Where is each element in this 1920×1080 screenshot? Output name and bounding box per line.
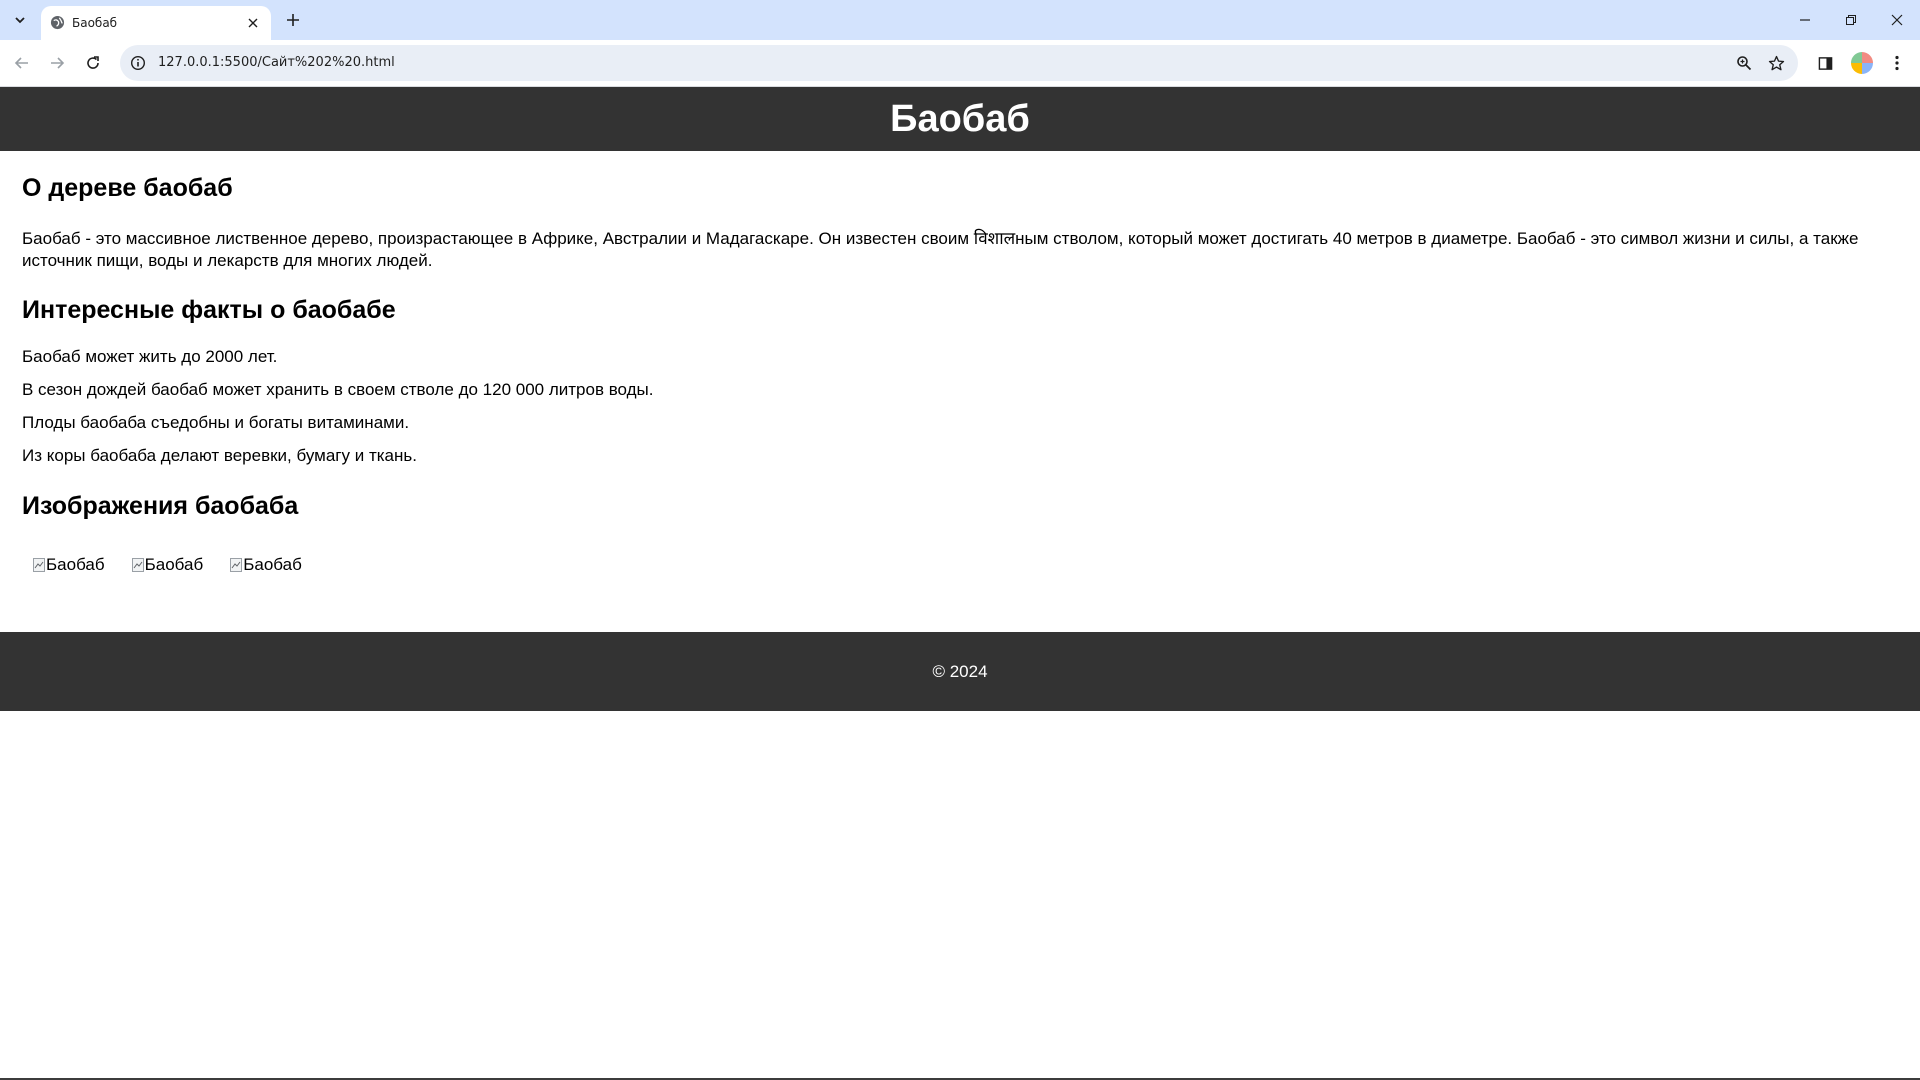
back-button[interactable] (8, 49, 36, 77)
tab-search-icon (15, 17, 25, 24)
site-header: Баобаб (0, 87, 1920, 151)
zoom-button[interactable] (1734, 53, 1754, 73)
image-alt-text: Баобаб (243, 555, 302, 574)
minimize-icon (1800, 19, 1810, 21)
about-heading: О дереве баобаб (22, 174, 233, 202)
tab-search-button[interactable] (6, 8, 34, 32)
page-viewport: Баобаб О дереве баобаб Баобаб - это масс… (0, 87, 1920, 1080)
address-bar[interactable]: 127.0.0.1:5500/Сайт%202%20.html (120, 45, 1798, 81)
info-icon[interactable] (130, 55, 146, 71)
window-close-icon (1891, 14, 1903, 26)
baobab-image: Баобаб (230, 555, 302, 575)
fact-item: Плоды баобаба съедобны и богаты витамина… (22, 413, 410, 432)
site-footer: © 2024 (0, 632, 1920, 711)
window-close-button[interactable] (1874, 0, 1920, 40)
plus-icon (287, 14, 299, 26)
broken-image-icon (230, 558, 243, 572)
url-text[interactable]: 127.0.0.1:5500/Сайт%202%20.html (158, 55, 395, 70)
side-panel-icon (1818, 56, 1832, 70)
copyright-text: © 2024 (932, 661, 988, 681)
forward-icon (51, 57, 65, 69)
fact-item: Из коры баобаба делают веревки, бумагу и… (22, 446, 417, 465)
profile-avatar[interactable] (1851, 52, 1873, 74)
bookmark-button[interactable] (1766, 53, 1786, 73)
star-icon (1768, 55, 1784, 70)
back-icon (14, 57, 28, 69)
images-heading: Изображения баобаба (22, 492, 299, 520)
image-alt-text: Баобаб (144, 555, 204, 574)
facts-heading: Интересные факты о баобабе (22, 296, 396, 324)
browser-tab[interactable]: Баобаб (41, 6, 271, 40)
page-title: Баобаб (890, 97, 1030, 140)
close-icon (248, 18, 258, 28)
reload-button[interactable] (79, 49, 107, 77)
globe-icon (50, 15, 65, 30)
broken-image-icon (131, 558, 144, 572)
restore-icon (1846, 15, 1856, 25)
minimize-button[interactable] (1782, 0, 1828, 40)
image-alt-text: Баобаб (46, 555, 105, 574)
zoom-icon (1737, 56, 1752, 71)
new-tab-button[interactable] (281, 8, 305, 32)
tab-title: Баобаб (72, 16, 118, 30)
browser-toolbar: 127.0.0.1:5500/Сайт%202%20.html (0, 40, 1920, 87)
baobab-image: Баобаб (131, 555, 204, 575)
menu-icon (1895, 55, 1899, 71)
tab-strip: Баобаб (0, 0, 1920, 40)
close-tab-button[interactable] (243, 13, 263, 33)
restore-button[interactable] (1828, 0, 1874, 40)
about-paragraph: Баобаб - это массивное лиственное дерево… (22, 229, 1859, 270)
broken-image-icon (33, 558, 45, 572)
fact-item: В сезон дождей баобаб может хранить в св… (22, 380, 654, 399)
fact-item: Баобаб может жить до 2000 лет. (22, 347, 278, 366)
side-panel-button[interactable] (1815, 53, 1835, 73)
image-gallery: Баобаб Баобаб Баобаб (33, 555, 302, 575)
forward-button[interactable] (43, 49, 71, 77)
baobab-image: Баобаб (33, 555, 105, 575)
browser-menu-button[interactable] (1887, 53, 1907, 73)
reload-icon (87, 56, 99, 69)
